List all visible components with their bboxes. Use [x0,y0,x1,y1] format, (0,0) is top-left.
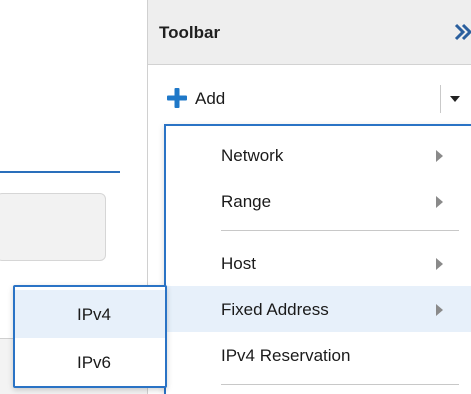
add-button[interactable]: Add [162,83,432,115]
add-dropdown-toggle[interactable] [444,83,466,115]
menu-divider [221,230,459,231]
text-field[interactable] [0,193,106,261]
chevron-right-icon [436,304,443,316]
chevron-down-icon [450,96,460,102]
active-tab-underline [0,171,120,173]
submenu-item-label: IPv6 [77,353,112,372]
menu-item-label: Fixed Address [221,300,329,319]
menu-item-ipv4-reservation[interactable]: IPv4 Reservation [166,332,471,378]
chevron-right-icon [436,258,443,270]
menu-item-fixed-address[interactable]: Fixed Address [166,286,471,332]
menu-item-host[interactable]: Host [166,240,471,286]
menu-item-label: IPv4 Reservation [221,346,351,365]
add-control: Add [148,83,471,117]
ip-version-submenu: IPv4 IPv6 [13,285,167,388]
add-split-divider [440,85,441,113]
menu-divider [221,384,459,385]
submenu-item-label: IPv4 [77,305,112,324]
toolbar-header: Toolbar [148,0,471,65]
menu-item-label: Range [221,192,272,211]
chevron-right-icon [436,196,443,208]
submenu-item-ipv6[interactable]: IPv6 [15,338,165,386]
submenu-item-ipv4[interactable]: IPv4 [15,290,165,338]
menu-item-range[interactable]: Range [166,178,471,224]
add-menu: Network Range Host Fixed Address IPv4 Re… [164,124,471,394]
plus-icon [167,88,187,108]
menu-item-label: Network [221,146,284,165]
chevron-right-icon [436,150,443,162]
add-button-label: Add [195,89,226,108]
toolbar-title: Toolbar [159,23,221,42]
menu-item-label: Host [221,254,256,273]
collapse-chevrons-icon[interactable] [453,20,471,44]
menu-item-network[interactable]: Network [166,132,471,178]
